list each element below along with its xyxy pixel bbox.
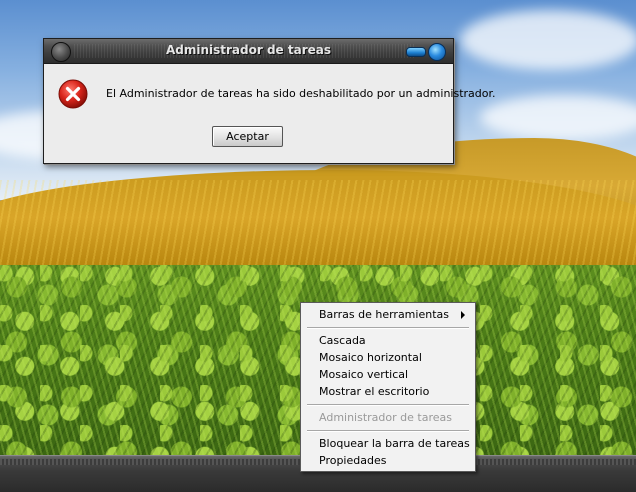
menu-item-toolbars[interactable]: Barras de herramientas <box>301 306 475 323</box>
close-button[interactable] <box>428 43 446 61</box>
menu-item-label: Mosaico vertical <box>319 368 409 381</box>
menu-item-task-manager: Administrador de tareas <box>301 409 475 426</box>
error-icon <box>58 79 88 109</box>
menu-item-label: Mosaico horizontal <box>319 351 422 364</box>
submenu-arrow-icon <box>461 311 465 319</box>
minimize-button[interactable] <box>406 47 426 57</box>
menu-item-lock-taskbar[interactable]: Bloquear la barra de tareas <box>301 435 475 452</box>
menu-item-label: Barras de herramientas <box>319 308 449 321</box>
menu-item-cascade[interactable]: Cascada <box>301 332 475 349</box>
menu-separator <box>307 404 469 406</box>
menu-item-label: Mostrar el escritorio <box>319 385 430 398</box>
menu-item-label: Cascada <box>319 334 366 347</box>
menu-item-label: Propiedades <box>319 454 387 467</box>
menu-item-tile-vertical[interactable]: Mosaico vertical <box>301 366 475 383</box>
wallpaper-cloud <box>460 10 636 70</box>
menu-separator <box>307 430 469 432</box>
menu-item-properties[interactable]: Propiedades <box>301 452 475 469</box>
menu-separator <box>307 327 469 329</box>
menu-item-show-desktop[interactable]: Mostrar el escritorio <box>301 383 475 400</box>
menu-item-label: Bloquear la barra de tareas <box>319 437 470 450</box>
menu-item-tile-horizontal[interactable]: Mosaico horizontal <box>301 349 475 366</box>
dialog-title: Administrador de tareas <box>165 43 331 57</box>
menu-item-label: Administrador de tareas <box>319 411 452 424</box>
accept-button[interactable]: Aceptar <box>212 126 283 147</box>
dialog-titlebar[interactable]: Administrador de tareas <box>44 39 453 64</box>
error-dialog: Administrador de tareas El Administrador… <box>43 38 496 164</box>
dialog-message: El Administrador de tareas ha sido desha… <box>106 87 496 100</box>
taskbar-context-menu: Barras de herramientas Cascada Mosaico h… <box>300 302 476 472</box>
wallpaper-cloud <box>480 95 636 140</box>
